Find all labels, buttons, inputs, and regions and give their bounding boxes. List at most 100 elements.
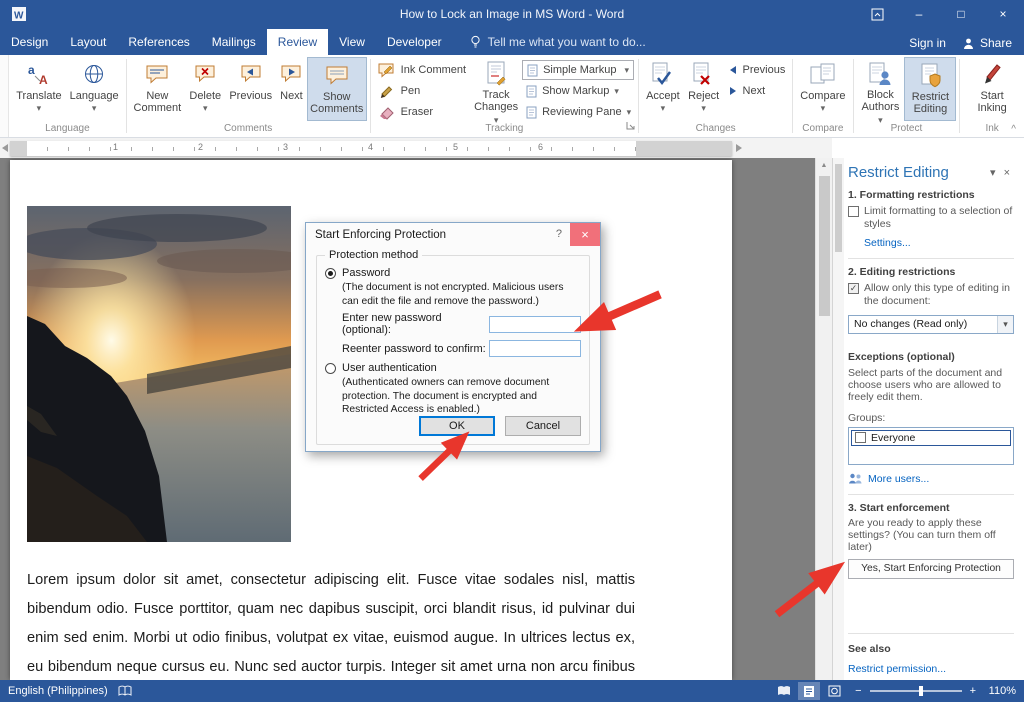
settings-link[interactable]: Settings... — [864, 237, 1014, 249]
lightbulb-icon — [471, 35, 480, 48]
ruler-number: 1 — [113, 142, 119, 152]
yes-start-enforcing-protection-button[interactable]: Yes, Start Enforcing Protection — [848, 558, 1014, 579]
share-button[interactable]: Share — [962, 36, 1012, 50]
zoom-in-button[interactable]: + — [970, 685, 976, 697]
pane-title: Restrict Editing — [848, 164, 949, 181]
delete-comment-button[interactable]: Delete ▾ — [185, 57, 225, 121]
block-authors-button[interactable]: Block Authors ▾ — [856, 57, 904, 125]
ribbon-group-language: aA Translate ▾ Language ▾ Language — [9, 55, 125, 137]
zoom-slider-thumb[interactable] — [919, 686, 924, 696]
title-bar: W How to Lock an Image in MS Word - Word… — [0, 0, 1024, 28]
ruler-left-indent-marker[interactable] — [2, 144, 8, 152]
zoom-slider[interactable] — [869, 686, 962, 696]
eraser-button[interactable]: Eraser — [374, 102, 470, 122]
document-image-sunset-cliff[interactable] — [10, 206, 317, 542]
previous-comment-icon — [240, 60, 262, 88]
cancel-button[interactable]: Cancel — [505, 416, 581, 436]
previous-change-button[interactable]: Previous — [724, 60, 790, 80]
next-change-button[interactable]: Next — [724, 81, 790, 101]
previous-comment-button[interactable]: Previous — [225, 57, 276, 121]
tab-view[interactable]: View — [328, 29, 376, 55]
markup-mode-dropdown[interactable]: Simple Markup ▾ — [522, 60, 635, 80]
minimize-button[interactable]: – — [898, 0, 940, 28]
group-label-comments: Comments — [223, 123, 273, 134]
compare-button[interactable]: Compare ▾ — [796, 57, 849, 121]
groups-listbox[interactable]: Everyone — [848, 426, 1014, 465]
pane-scrollbar-thumb[interactable] — [835, 164, 842, 252]
language-status[interactable]: English (Philippines) — [8, 685, 108, 697]
sign-in-link[interactable]: Sign in — [909, 36, 946, 50]
proofing-book-icon[interactable] — [118, 685, 132, 697]
group-label-protect: Protect — [890, 123, 923, 134]
more-users-link[interactable]: More users... — [868, 473, 929, 485]
restrict-editing-pane: Restrict Editing ▾ × 1. Formatting restr… — [832, 158, 1024, 680]
groupbox-legend: Protection method — [325, 249, 423, 261]
ribbon-display-options-button[interactable] — [856, 0, 898, 28]
show-comments-button[interactable]: Show Comments — [306, 57, 367, 121]
close-button[interactable]: × — [982, 0, 1024, 28]
tracking-dialog-launcher[interactable] — [626, 120, 636, 134]
pane-options-button[interactable]: ▾ — [986, 166, 1000, 179]
print-layout-view-button[interactable] — [798, 682, 821, 700]
dialog-help-button[interactable]: ? — [556, 228, 562, 240]
user-authentication-radio[interactable] — [325, 362, 336, 374]
restore-button[interactable]: □ — [940, 0, 982, 28]
tab-developer[interactable]: Developer — [376, 29, 453, 55]
ribbon-group-changes: Accept ▾ Reject ▾ Previous Next Changes — [639, 55, 792, 137]
pen-button[interactable]: Pen — [374, 81, 470, 101]
delete-comment-icon — [194, 60, 216, 88]
tab-references[interactable]: References — [117, 29, 200, 55]
restrict-editing-icon — [918, 61, 942, 89]
compare-icon — [809, 60, 837, 88]
tab-mailings[interactable]: Mailings — [201, 29, 267, 55]
show-markup-icon — [526, 85, 537, 97]
next-comment-button[interactable]: Next — [276, 57, 307, 121]
reviewing-pane-button[interactable]: Reviewing Pane ▾ — [522, 102, 635, 122]
everyone-list-item[interactable]: Everyone — [851, 429, 1011, 446]
pane-scrollbar[interactable] — [833, 158, 844, 680]
language-button[interactable]: Language ▾ — [66, 57, 123, 121]
tab-review[interactable]: Review — [266, 29, 329, 55]
track-changes-button[interactable]: Track Changes ▾ — [470, 57, 522, 125]
ruler-number: 2 — [198, 142, 204, 152]
editing-type-dropdown[interactable]: No changes (Read only) ▾ — [848, 314, 1014, 334]
allow-editing-checkbox[interactable]: ✓ — [848, 283, 859, 294]
groups-label: Groups: — [848, 411, 886, 424]
show-markup-button[interactable]: Show Markup ▾ — [522, 81, 635, 101]
dialog-close-button[interactable]: × — [570, 223, 600, 246]
scrollbar-thumb[interactable] — [819, 176, 830, 316]
read-mode-view-button[interactable] — [773, 682, 795, 700]
reject-button[interactable]: Reject ▾ — [684, 57, 724, 121]
ink-comment-button[interactable]: Ink Comment — [374, 60, 470, 80]
start-inking-button[interactable]: Start Inking — [963, 57, 1021, 121]
markup-doc-icon — [527, 64, 538, 76]
zoom-out-button[interactable]: − — [855, 685, 861, 697]
limit-formatting-checkbox[interactable] — [848, 206, 859, 217]
ruler-right-indent-marker[interactable] — [736, 144, 742, 152]
scroll-up-arrow[interactable]: ▲ — [816, 158, 832, 173]
zoom-level[interactable]: 110% — [984, 685, 1016, 697]
dialog-title-bar[interactable]: Start Enforcing Protection ? × — [306, 223, 600, 247]
translate-button[interactable]: aA Translate ▾ — [12, 57, 65, 121]
accept-button[interactable]: Accept ▾ — [642, 57, 684, 121]
web-layout-view-button[interactable] — [823, 682, 845, 700]
eraser-icon — [379, 106, 394, 120]
ink-comment-icon — [378, 63, 394, 78]
ruler-number: 6 — [538, 142, 544, 152]
tab-design[interactable]: Design — [0, 29, 59, 55]
svg-text:a: a — [28, 63, 35, 77]
password-radio[interactable] — [325, 267, 336, 279]
collapse-ribbon-button[interactable]: ^ — [1011, 124, 1016, 135]
confirm-password-label: Reenter password to confirm: — [342, 342, 486, 355]
tell-me-label: Tell me what you want to do... — [487, 35, 646, 49]
restrict-editing-button[interactable]: Restrict Editing — [904, 57, 957, 121]
everyone-checkbox[interactable] — [855, 432, 866, 444]
confirm-password-input[interactable] — [489, 340, 581, 358]
pane-close-button[interactable]: × — [1000, 167, 1014, 179]
new-comment-button[interactable]: New Comment — [130, 57, 186, 121]
restrict-permission-link[interactable]: Restrict permission... — [848, 663, 1014, 675]
tell-me-box[interactable]: Tell me what you want to do... — [469, 35, 646, 55]
user-authentication-note: (Authenticated owners can remove documen… — [342, 377, 550, 416]
svg-text:A: A — [39, 73, 48, 87]
tab-layout[interactable]: Layout — [59, 29, 117, 55]
